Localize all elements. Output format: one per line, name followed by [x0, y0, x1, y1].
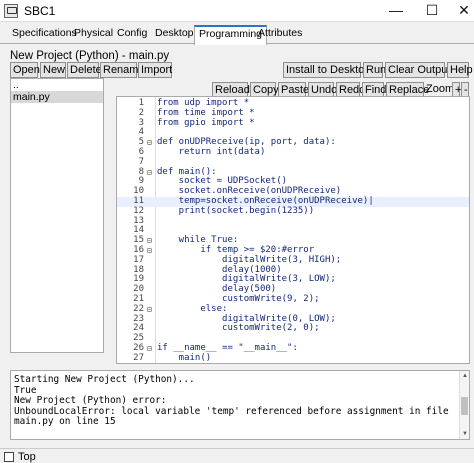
- close-button[interactable]: ✕: [448, 0, 474, 22]
- file-list[interactable]: .. main.py: [10, 78, 104, 353]
- bottom-bar: Top: [0, 448, 474, 463]
- programming-panel: New Project (Python) - main.py Open New …: [4, 48, 473, 446]
- code-text: main(): [157, 352, 212, 363]
- code-line[interactable]: 13: [117, 216, 469, 227]
- code-line[interactable]: 12 print(socket.begin(1235)): [117, 205, 469, 217]
- console-line: True: [14, 384, 37, 396]
- fold-toggle-icon[interactable]: ⊟: [147, 168, 155, 178]
- code-text: customWrite(2, 0);: [157, 323, 320, 334]
- top-label: Top: [18, 451, 36, 463]
- import-button[interactable]: Import: [138, 62, 172, 78]
- code-line[interactable]: 6 return int(data): [117, 147, 469, 158]
- code-line[interactable]: 3 from gpio import *: [117, 117, 469, 129]
- scroll-down-icon[interactable]: ▼: [461, 430, 469, 438]
- code-editor[interactable]: 1 from udp import * 2 from time import * 3 fr…: [116, 96, 470, 364]
- file-item-main-py[interactable]: main.py: [11, 91, 103, 103]
- project-title: New Project (Python) - main.py: [10, 50, 170, 62]
- fold-toggle-icon[interactable]: ⊟: [147, 138, 155, 148]
- open-button[interactable]: Open: [10, 62, 40, 78]
- console-scrollbar[interactable]: ▲ ▼: [459, 371, 469, 439]
- window-title: SBC1: [24, 4, 56, 18]
- console-line: UnboundLocalError: local variable 'temp'…: [14, 405, 449, 417]
- fold-toggle-icon[interactable]: ⊟: [147, 344, 155, 354]
- scroll-up-icon[interactable]: ▲: [461, 372, 469, 380]
- output-console[interactable]: ▲ ▼ Starting New Project (Python)... True…: [10, 370, 470, 440]
- code-line[interactable]: 27 main(): [117, 352, 469, 363]
- file-item-parent[interactable]: ..: [11, 79, 103, 91]
- tab-bar: Specifications Physical Config Desktop P…: [0, 22, 474, 45]
- console-line: New Project (Python) error:: [14, 395, 167, 406]
- fold-toggle-icon[interactable]: ⊟: [147, 236, 155, 246]
- fold-toggle-icon[interactable]: ⊟: [147, 305, 155, 315]
- scroll-thumb[interactable]: [461, 397, 468, 415]
- device-icon: [4, 4, 18, 18]
- rename-button[interactable]: Rename: [100, 62, 145, 78]
- code-text: return int(data): [157, 147, 266, 157]
- maximize-button[interactable]: ☐: [416, 0, 448, 22]
- install-to-desktop-button[interactable]: Install to Desktop: [283, 62, 370, 78]
- code-text: print(socket.begin(1235)): [157, 205, 315, 216]
- code-line[interactable]: 24 customWrite(2, 0);: [117, 323, 469, 334]
- minimize-button[interactable]: —: [380, 0, 412, 22]
- tab-config[interactable]: Config: [113, 26, 151, 44]
- new-button[interactable]: New: [40, 62, 66, 78]
- title-bar: SBC1 — ☐ ✕: [0, 0, 474, 22]
- tab-physical[interactable]: Physical: [70, 26, 117, 44]
- fold-toggle-icon[interactable]: ⊟: [147, 246, 155, 256]
- tab-attributes[interactable]: Attributes: [254, 26, 306, 44]
- tab-desktop[interactable]: Desktop: [151, 26, 198, 44]
- run-button[interactable]: Run: [363, 62, 386, 78]
- console-line: main.py on line 15: [14, 416, 116, 427]
- console-line: Starting New Project (Python)...: [14, 374, 195, 385]
- line-number: 27: [133, 352, 144, 363]
- code-text: from gpio import *: [157, 117, 255, 128]
- help-button[interactable]: Help: [447, 62, 473, 78]
- clear-outputs-button[interactable]: Clear Outputs: [385, 62, 456, 78]
- top-checkbox[interactable]: [4, 452, 14, 462]
- delete-button[interactable]: Delete: [67, 62, 102, 78]
